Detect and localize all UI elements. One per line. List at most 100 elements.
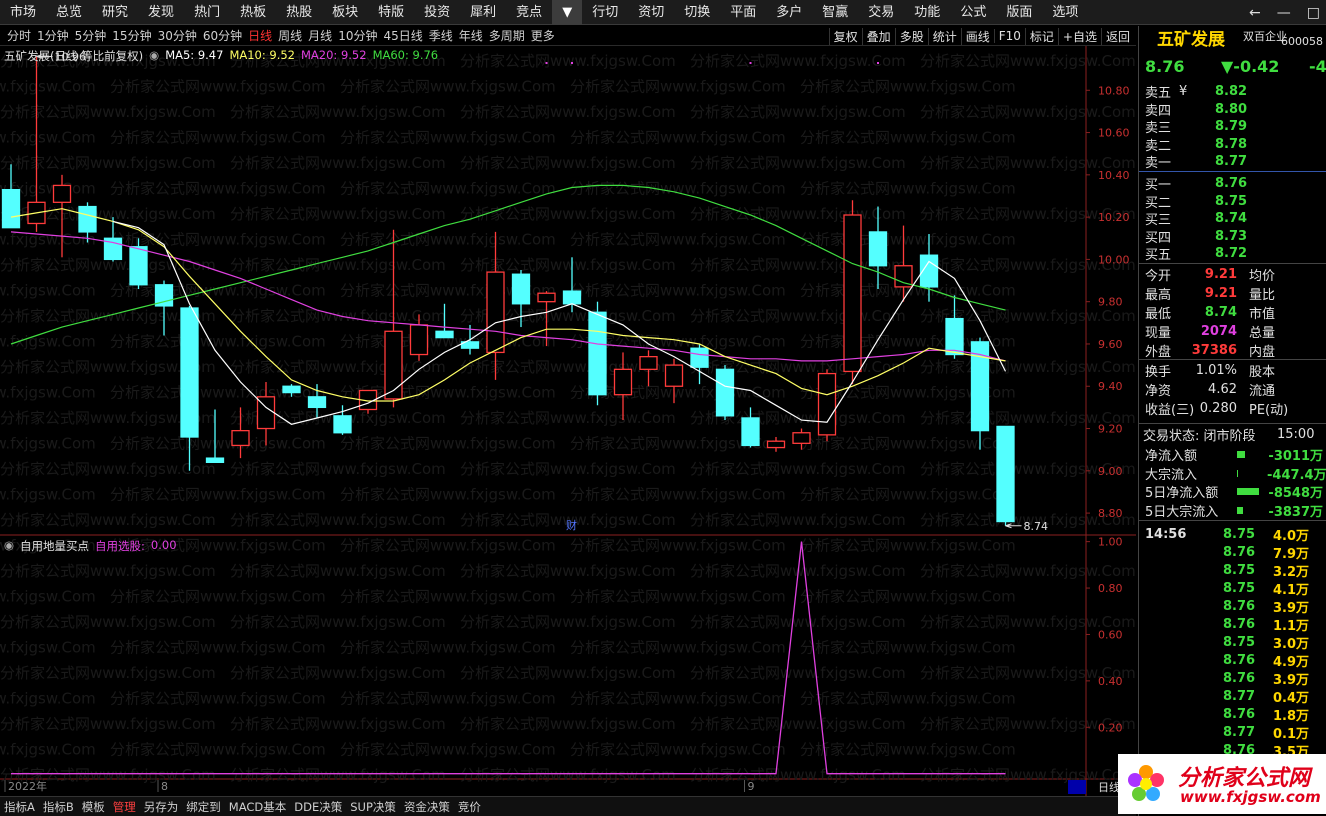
menu-item[interactable]: 犀利 xyxy=(460,0,506,25)
ask-label: 卖三 xyxy=(1145,121,1172,136)
toolbar-button[interactable]: F10 xyxy=(993,29,1025,43)
ytick-label: 9.80 xyxy=(1098,296,1123,309)
period-tab[interactable]: 多周期 xyxy=(486,27,528,44)
scroll-handle[interactable] xyxy=(1068,780,1086,794)
bottom-tab[interactable]: 资金决策 xyxy=(400,799,454,815)
candle-body xyxy=(180,307,199,438)
stock-title[interactable]: 五矿发展(日线 等比前复权) xyxy=(4,48,143,64)
ytick-label: 8.80 xyxy=(1098,507,1123,520)
candle[interactable] xyxy=(690,343,709,385)
menu-item[interactable]: 投资 xyxy=(414,0,460,25)
period-tab[interactable]: 30分钟 xyxy=(155,27,200,44)
toolbar-button[interactable]: 多股 xyxy=(894,27,928,45)
period-tab[interactable]: 60分钟 xyxy=(200,27,245,44)
menu-item[interactable]: 热门 xyxy=(184,0,230,25)
main-legend: 五矿发展(日线 等比前复权) ◉ MA5: 9.47 MA10: 9.52 MA… xyxy=(4,48,438,64)
menu-item[interactable]: 选项 xyxy=(1042,0,1088,25)
bottom-tab[interactable]: 绑定到 xyxy=(182,799,225,815)
period-tab[interactable]: 分时 xyxy=(4,27,34,44)
candle[interactable] xyxy=(817,369,837,442)
bottom-tab[interactable]: 管理 xyxy=(109,799,140,815)
indicator-legend: ◉ 自用地量买点 自用选股: 0.00 xyxy=(4,538,177,554)
finance-marker[interactable]: 财 xyxy=(566,518,577,532)
candle[interactable] xyxy=(639,350,658,387)
menu-item[interactable]: 总览 xyxy=(46,0,92,25)
watermark: 分析家公式网www.fxjgsw.Com 分析家公式网www.fxjgsw.Com… xyxy=(0,52,1136,784)
minimize-icon[interactable]: — xyxy=(1277,5,1291,21)
stat-row: 最高 9.21 量比 xyxy=(1145,284,1275,303)
menu-item[interactable]: 交易 xyxy=(858,0,904,25)
menu-item[interactable]: 热板 xyxy=(230,0,276,25)
bottom-tab[interactable]: MACD基本 xyxy=(225,799,290,815)
ytick-label: 10.40 xyxy=(1098,169,1130,182)
bottom-tab[interactable]: 模板 xyxy=(78,799,109,815)
period-tab[interactable]: 季线 xyxy=(426,27,456,44)
watermark-text: 分析家公式网www.fxjgsw.Com xyxy=(230,460,446,478)
candle-body xyxy=(996,425,1015,523)
period-tab[interactable]: 更多 xyxy=(528,27,558,44)
watermark-text: 分析家公式网www.fxjgsw.Com xyxy=(690,664,906,682)
period-tab[interactable]: 月线 xyxy=(305,27,335,44)
menu-item[interactable]: 资切 xyxy=(628,0,674,25)
toolbar-button[interactable]: 统计 xyxy=(927,27,961,45)
ma-toggle-icon[interactable]: ◉ xyxy=(149,48,159,64)
period-tab[interactable]: 10分钟 xyxy=(335,27,380,44)
period-tab[interactable]: 45日线 xyxy=(380,27,425,44)
menu-item[interactable]: 切换 xyxy=(674,0,720,25)
watermark-text: 分析家公式网www.fxjgsw.Com xyxy=(0,384,96,402)
candle[interactable] xyxy=(843,200,862,385)
candle[interactable] xyxy=(945,295,964,359)
bottom-tab[interactable]: DDE决策 xyxy=(290,799,346,815)
bottom-tab[interactable]: 另存为 xyxy=(140,799,183,815)
menu-item[interactable]: 功能 xyxy=(904,0,950,25)
menu-item[interactable]: 板块 xyxy=(322,0,368,25)
menu-item[interactable]: 平面 xyxy=(720,0,766,25)
period-tab[interactable]: 年线 xyxy=(456,27,486,44)
maximize-icon[interactable]: □ xyxy=(1307,5,1320,21)
menu-item[interactable]: 发现 xyxy=(138,0,184,25)
bottom-tab[interactable]: 指标A xyxy=(0,799,39,815)
candle[interactable] xyxy=(996,425,1015,526)
menu-item[interactable]: 公式 xyxy=(950,0,996,25)
menu-item[interactable]: 研究 xyxy=(92,0,138,25)
period-tab[interactable]: 1分钟 xyxy=(34,27,72,44)
stat-key: 最低 xyxy=(1145,307,1172,322)
period-tab[interactable]: 日线 xyxy=(245,27,275,44)
back-icon[interactable]: ← xyxy=(1249,5,1261,21)
menu-item[interactable]: 行切 xyxy=(582,0,628,25)
watermark-text: 分析家公式网www.fxjgsw.Com xyxy=(0,78,96,96)
toolbar-button[interactable]: 画线 xyxy=(960,27,994,45)
menu-item[interactable]: 热股 xyxy=(276,0,322,25)
bottom-tab[interactable]: 竞价 xyxy=(454,799,485,815)
menu-item[interactable]: ▼ xyxy=(552,0,583,25)
toolbar-button[interactable]: +自选 xyxy=(1057,27,1101,45)
kline-chart[interactable]: 分析家公式网www.fxjgsw.Com 分析家公式网www.fxjgsw.Com… xyxy=(0,46,1136,796)
candle[interactable] xyxy=(1,164,21,229)
menu-item[interactable]: 版面 xyxy=(996,0,1042,25)
bottom-tab[interactable]: 指标B xyxy=(39,799,78,815)
toolbar-button[interactable]: 返回 xyxy=(1100,27,1134,45)
ytick-label: 9.00 xyxy=(1098,465,1123,478)
candle[interactable] xyxy=(715,365,735,421)
indicator-name[interactable]: 自用地量买点 xyxy=(20,538,89,554)
toolbar-button[interactable]: 复权 xyxy=(828,27,862,45)
period-tab[interactable]: 15分钟 xyxy=(109,27,154,44)
ytick-label: 9.40 xyxy=(1098,380,1123,393)
watermark-text: 分析家公式网www.fxjgsw.Com xyxy=(230,613,446,631)
indicator-toggle-icon[interactable]: ◉ xyxy=(4,538,14,554)
menu-item[interactable]: 市场 xyxy=(0,0,46,25)
menu-item[interactable]: 竞点 xyxy=(506,0,552,25)
bid-price: 8.72 xyxy=(1215,246,1248,261)
ma5-label: MA5: 9.47 xyxy=(165,48,224,62)
bottom-tab[interactable]: SUP决策 xyxy=(346,799,400,815)
menu-item[interactable]: 多户 xyxy=(766,0,812,25)
period-tab[interactable]: 周线 xyxy=(275,27,305,44)
stat-key: 现量 xyxy=(1145,326,1172,341)
bid-price: 8.74 xyxy=(1215,211,1248,226)
watermark-text: 分析家公式网www.fxjgsw.Com xyxy=(460,154,676,172)
menu-item[interactable]: 特版 xyxy=(368,0,414,25)
toolbar-button[interactable]: 叠加 xyxy=(861,27,895,45)
period-tab[interactable]: 5分钟 xyxy=(72,27,110,44)
toolbar-button[interactable]: 标记 xyxy=(1024,27,1058,45)
menu-item[interactable]: 智赢 xyxy=(812,0,858,25)
